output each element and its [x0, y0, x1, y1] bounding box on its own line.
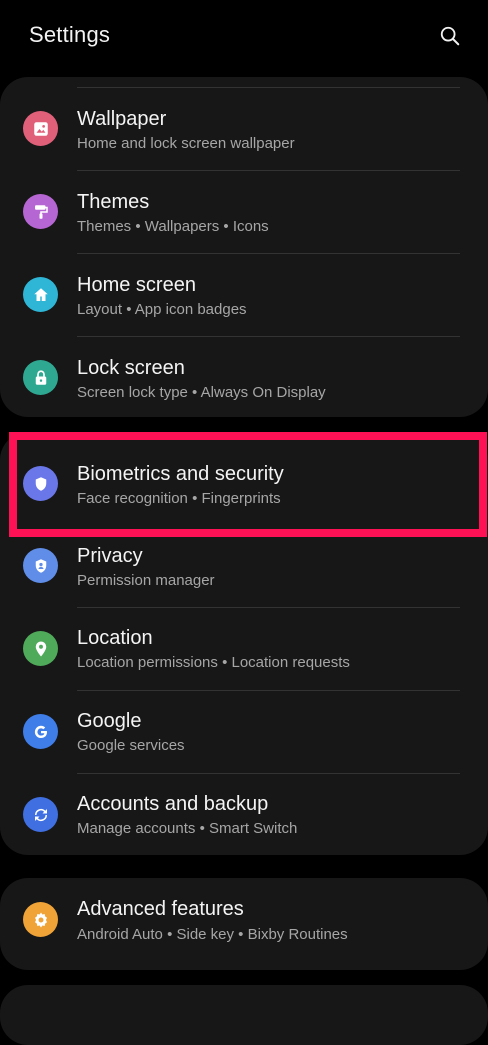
- page-title: Settings: [29, 22, 111, 47]
- paint-roller-icon: [23, 194, 58, 229]
- settings-item-location[interactable]: Location Location permissions • Location…: [0, 607, 488, 689]
- app-header: Settings: [0, 0, 488, 72]
- sync-icon: [23, 797, 58, 832]
- settings-item-home-screen[interactable]: Home screen Layout • App icon badges: [0, 253, 488, 335]
- home-icon: [23, 277, 58, 312]
- settings-group-personalization: Wallpaper Home and lock screen wallpaper…: [0, 77, 488, 417]
- search-button[interactable]: [432, 18, 468, 54]
- item-title: Themes: [77, 191, 150, 213]
- divider: [77, 773, 460, 774]
- item-title: Biometrics and security: [77, 463, 284, 485]
- divider: [77, 170, 460, 171]
- item-title: Location: [77, 627, 153, 649]
- settings-item-lock-screen[interactable]: Lock screen Screen lock type • Always On…: [0, 336, 488, 417]
- divider: [77, 336, 460, 337]
- settings-item-accounts-and-backup[interactable]: Accounts and backup Manage accounts • Sm…: [0, 773, 488, 855]
- item-subtitle: Home and lock screen wallpaper: [77, 135, 295, 152]
- item-subtitle: Screen lock type • Always On Display: [77, 384, 326, 401]
- privacy-shield-icon: [23, 548, 58, 583]
- lock-icon: [23, 360, 58, 395]
- settings-group-security: Biometrics and security Face recognition…: [0, 432, 488, 855]
- wallpaper-icon: [23, 111, 58, 146]
- item-subtitle: Location permissions • Location requests: [77, 654, 350, 671]
- item-subtitle: Themes • Wallpapers • Icons: [77, 218, 269, 235]
- settings-item-biometrics-and-security[interactable]: Biometrics and security Face recognition…: [0, 432, 488, 514]
- item-subtitle: Layout • App icon badges: [77, 301, 247, 318]
- settings-item-privacy[interactable]: Privacy Permission manager: [0, 526, 488, 608]
- location-pin-icon: [23, 631, 58, 666]
- settings-item-themes[interactable]: Themes Themes • Wallpapers • Icons: [0, 170, 488, 252]
- item-title: Advanced features: [77, 898, 244, 920]
- settings-item-advanced-features[interactable]: Advanced features Android Auto • Side ke…: [0, 882, 488, 964]
- settings-group-next: [0, 985, 488, 1045]
- divider: [77, 607, 460, 608]
- item-subtitle: Permission manager: [77, 572, 215, 589]
- settings-item-wallpaper[interactable]: Wallpaper Home and lock screen wallpaper: [0, 87, 488, 169]
- settings-group-advanced: Advanced features Android Auto • Side ke…: [0, 878, 488, 970]
- gear-icon: [23, 902, 58, 937]
- divider: [77, 253, 460, 254]
- item-subtitle: Face recognition • Fingerprints: [77, 490, 281, 507]
- item-title: Home screen: [77, 274, 196, 296]
- item-title: Wallpaper: [77, 108, 167, 130]
- item-title: Google: [77, 710, 142, 732]
- settings-item-google[interactable]: Google Google services: [0, 690, 488, 772]
- item-title: Accounts and backup: [77, 793, 269, 815]
- item-subtitle: Google services: [77, 737, 185, 754]
- item-title: Lock screen: [77, 357, 185, 379]
- divider: [77, 690, 460, 691]
- item-subtitle: Manage accounts • Smart Switch: [77, 820, 298, 837]
- shield-icon: [23, 466, 58, 501]
- item-subtitle: Android Auto • Side key • Bixby Routines: [77, 926, 348, 943]
- google-icon: [23, 714, 58, 749]
- item-title: Privacy: [77, 545, 143, 567]
- search-icon: [439, 25, 461, 47]
